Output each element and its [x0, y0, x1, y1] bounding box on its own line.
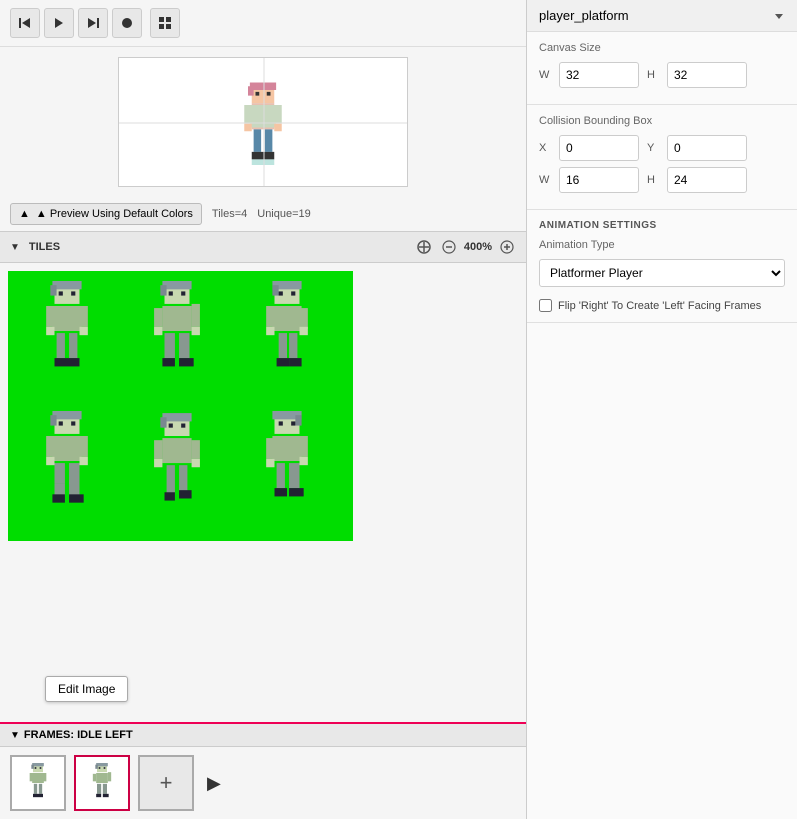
collision-label: Collision Bounding Box: [539, 115, 785, 127]
skip-back-button[interactable]: [10, 8, 40, 38]
tile-sprite-4: [27, 411, 107, 511]
frame-thumb-2[interactable]: [74, 755, 130, 811]
canvas-h-input[interactable]: [667, 62, 747, 88]
tile-sprite-2: [137, 281, 217, 381]
dropdown-chevron-icon[interactable]: [773, 10, 785, 22]
tiles-scroll[interactable]: [0, 263, 526, 603]
frame-sprite-2: [82, 763, 122, 803]
right-panel: player_platform Canvas Size W H Collisio…: [527, 0, 797, 819]
edit-image-button[interactable]: Edit Image: [45, 676, 128, 702]
tiles-header-right: 400%: [414, 237, 516, 257]
canvas-w-label: W: [539, 69, 551, 81]
preview-arrow-icon: ▲: [19, 208, 30, 220]
frames-content: + ▶: [0, 747, 526, 819]
anim-type-select[interactable]: Platformer Player: [539, 259, 785, 287]
flip-checkbox-row: Flip 'Right' To Create 'Left' Facing Fra…: [539, 299, 785, 312]
preview-area: [0, 47, 526, 197]
minus-icon: [442, 240, 456, 254]
zoom-in-button[interactable]: [498, 238, 516, 256]
tile-sprite-6: [247, 411, 327, 511]
crosshair-icon: [416, 239, 432, 255]
grid-button[interactable]: [150, 8, 180, 38]
zoom-level: 400%: [464, 241, 492, 253]
flip-checkbox[interactable]: [539, 299, 552, 312]
tile-sprite-5: [137, 411, 217, 511]
plus-icon: [500, 240, 514, 254]
tiles-count: Tiles=4: [212, 208, 247, 220]
preview-default-colors-button[interactable]: ▲ ▲ Preview Using Default Colors: [10, 203, 202, 225]
tiles-wrapper: Edit Image: [0, 263, 526, 722]
add-frame-button[interactable]: +: [138, 755, 194, 811]
col-y-label: Y: [647, 142, 659, 154]
canvas-size-section: Canvas Size W H: [527, 32, 797, 105]
record-button[interactable]: [112, 8, 142, 38]
anim-type-label: Animation Type: [539, 239, 785, 251]
col-h-input[interactable]: [667, 167, 747, 193]
tiles-canvas: [8, 271, 353, 541]
tile-cell-6[interactable]: [233, 406, 340, 516]
right-panel-header: player_platform: [527, 0, 797, 32]
preview-canvas: [118, 57, 408, 187]
col-h-label: H: [647, 174, 659, 186]
unique-count: Unique=19: [257, 208, 311, 220]
canvas-h-label: H: [647, 69, 659, 81]
tile-cell-2[interactable]: [123, 276, 230, 386]
tiles-header-left: ▼ TILES: [10, 241, 414, 253]
tile-sprite-3: [247, 281, 327, 381]
collision-section: Collision Bounding Box X Y W H: [527, 105, 797, 210]
frames-label: FRAMES: IDLE LEFT: [24, 729, 133, 741]
tile-cell-5[interactable]: [123, 406, 230, 516]
frame-sprite-1: [18, 763, 58, 803]
canvas-size-row: W H: [539, 62, 785, 88]
preview-grid: [119, 58, 408, 187]
tile-sprite-1: [27, 281, 107, 381]
tiles-section-header: ▼ TILES 400%: [0, 231, 526, 263]
canvas-w-input[interactable]: [559, 62, 639, 88]
flip-label: Flip 'Right' To Create 'Left' Facing Fra…: [558, 300, 761, 312]
toolbar: [0, 0, 526, 47]
right-panel-title: player_platform: [539, 8, 629, 23]
frame-thumb-1[interactable]: [10, 755, 66, 811]
animation-settings-section: ANIMATION SETTINGS Animation Type Platfo…: [527, 210, 797, 323]
tiles-label: TILES: [29, 241, 60, 253]
tiles-chevron-icon[interactable]: ▼: [10, 242, 20, 253]
col-w-input[interactable]: [559, 167, 639, 193]
frames-header: ▼ FRAMES: IDLE LEFT: [0, 724, 526, 747]
tile-cell-3[interactable]: [233, 276, 340, 386]
frames-chevron-icon[interactable]: ▼: [10, 730, 20, 741]
plus-icon: +: [160, 770, 173, 796]
col-y-input[interactable]: [667, 135, 747, 161]
tile-cell-4[interactable]: [13, 406, 120, 516]
collision-wh-row: W H: [539, 167, 785, 193]
left-panel: ▲ ▲ Preview Using Default Colors Tiles=4…: [0, 0, 527, 819]
frames-section: ▼ FRAMES: IDLE LEFT: [0, 722, 526, 819]
preview-btn-label: ▲ Preview Using Default Colors: [36, 208, 193, 220]
canvas-size-label: Canvas Size: [539, 42, 785, 54]
add-tile-button[interactable]: [414, 237, 434, 257]
col-x-label: X: [539, 142, 551, 154]
play-button[interactable]: [44, 8, 74, 38]
cursor-indicator: ▶: [207, 773, 221, 794]
col-x-input[interactable]: [559, 135, 639, 161]
zoom-out-button[interactable]: [440, 238, 458, 256]
tile-cell-1[interactable]: [13, 276, 120, 386]
col-w-label: W: [539, 174, 551, 186]
anim-settings-label: ANIMATION SETTINGS: [539, 220, 785, 231]
skip-forward-button[interactable]: [78, 8, 108, 38]
collision-xy-row: X Y: [539, 135, 785, 161]
preview-info-bar: ▲ ▲ Preview Using Default Colors Tiles=4…: [0, 197, 526, 231]
